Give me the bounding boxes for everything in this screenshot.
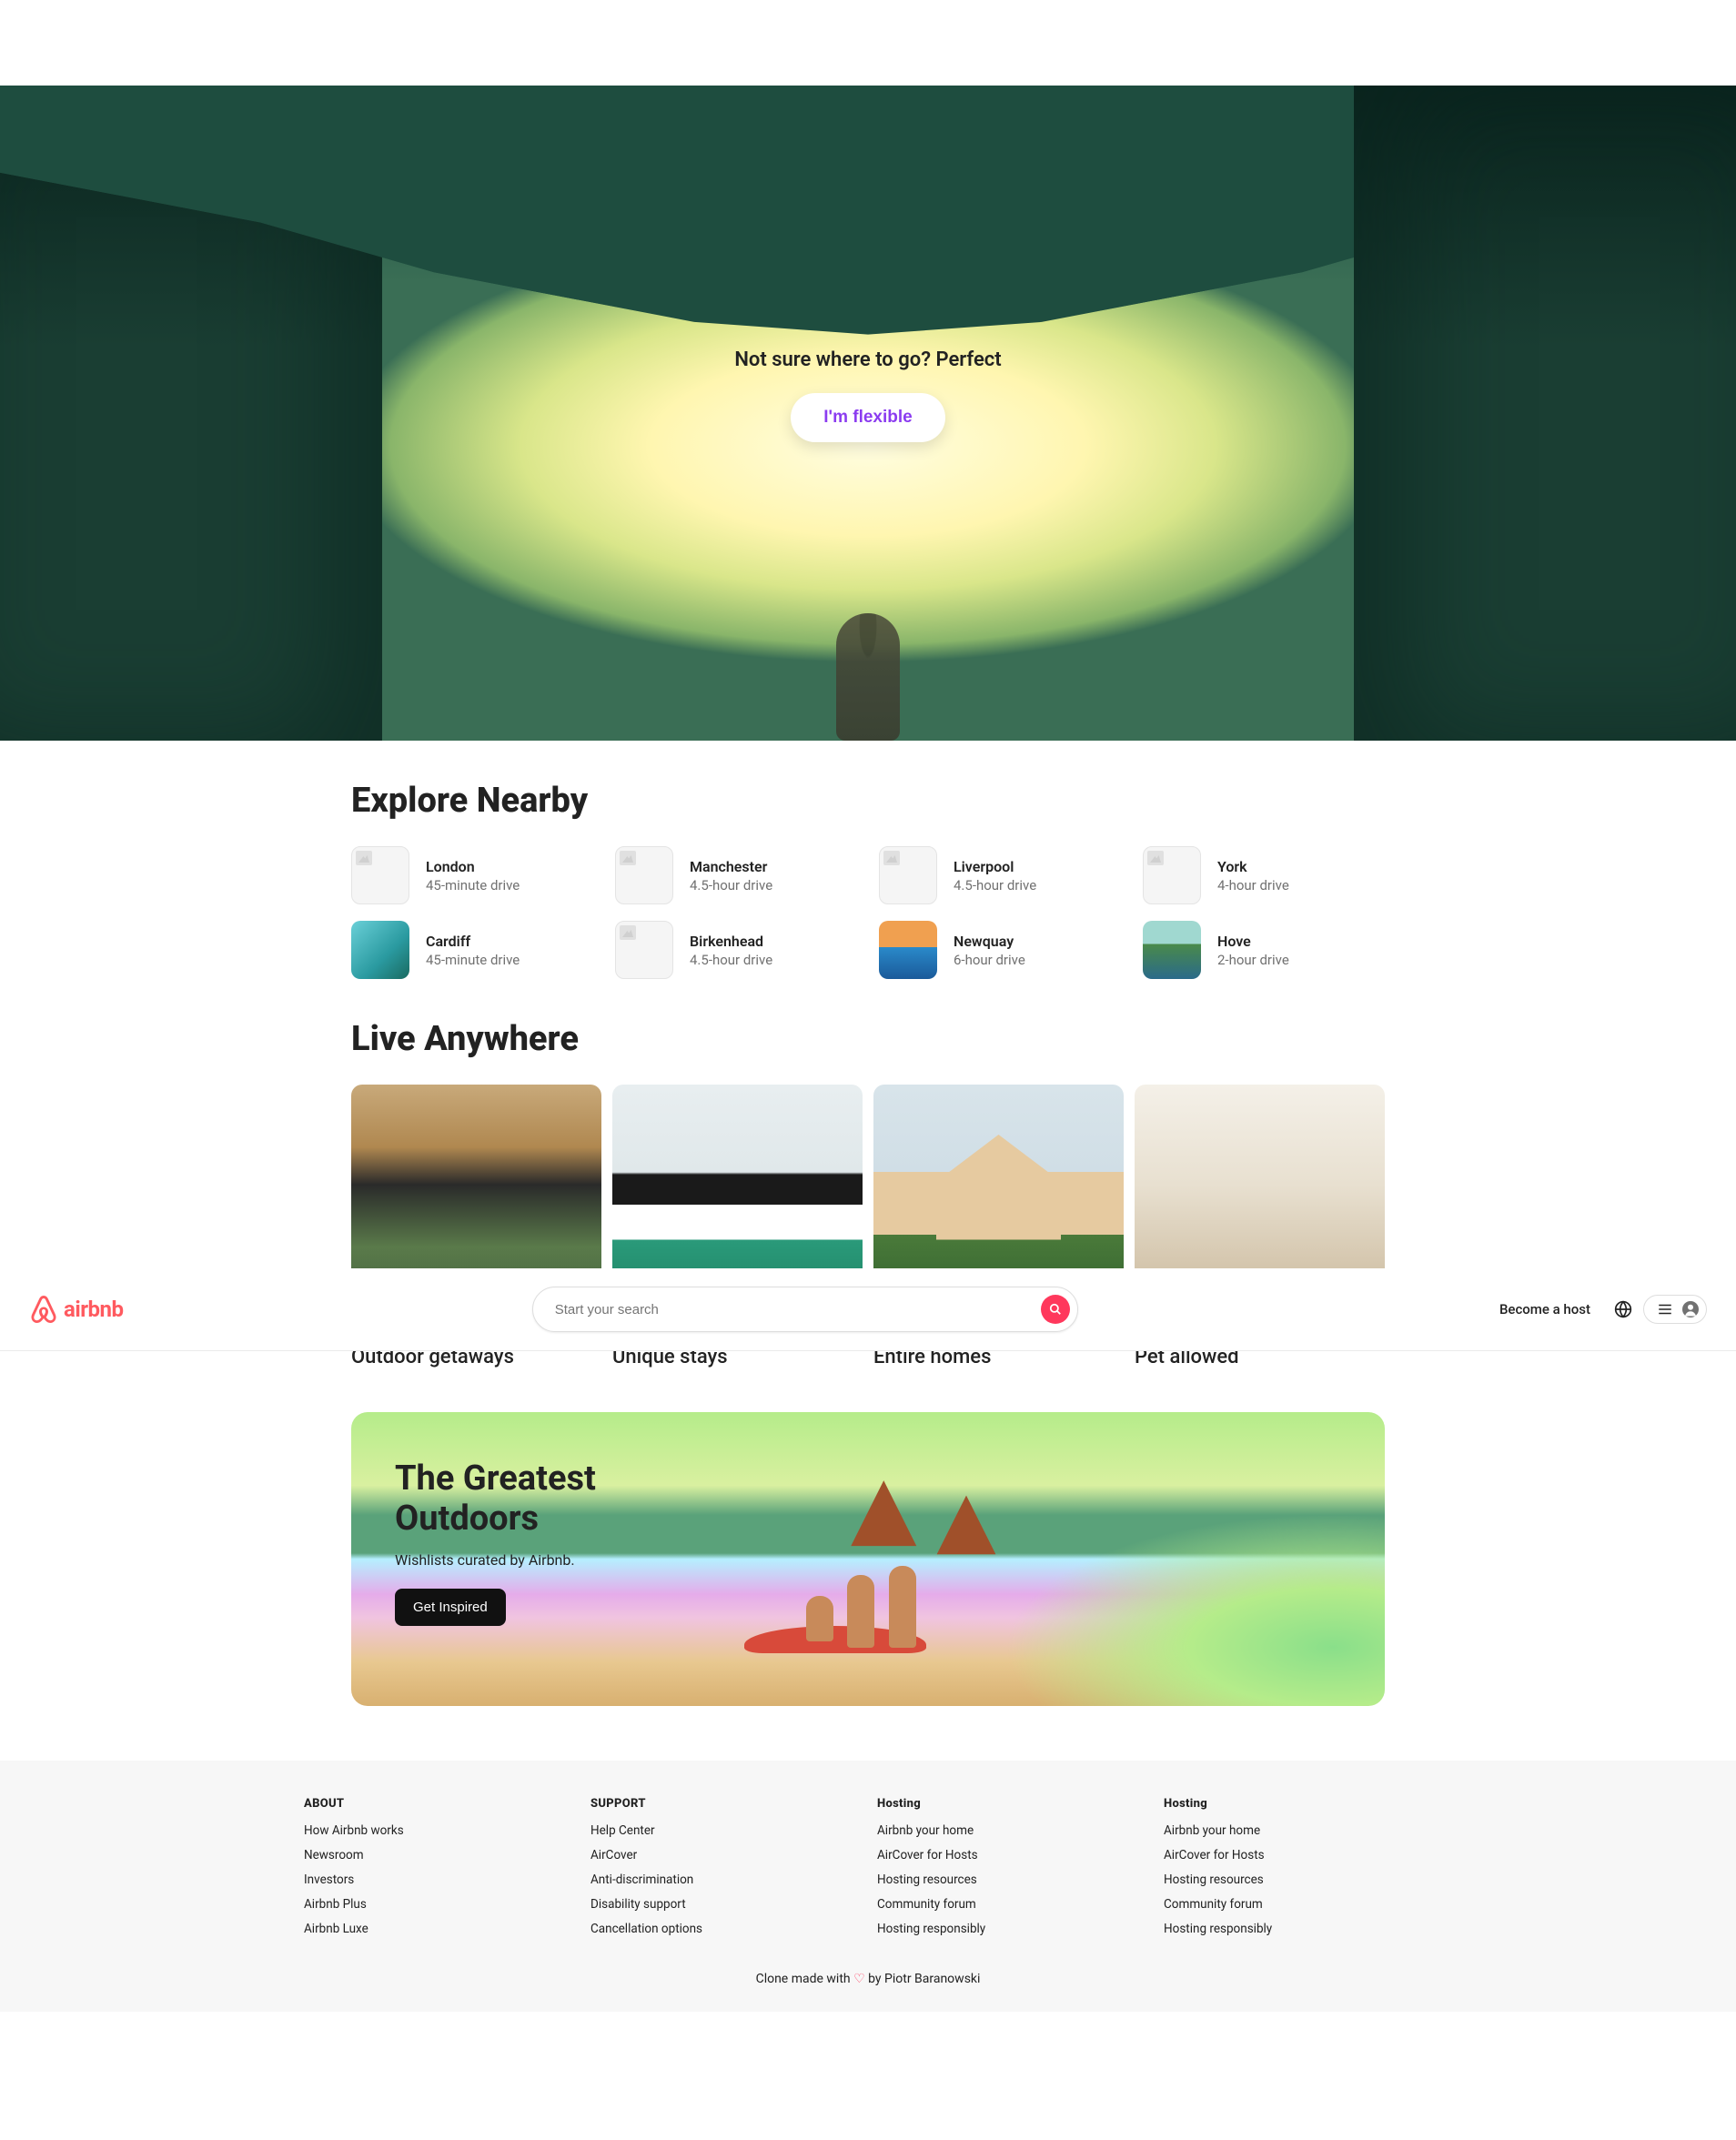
nearby-card-birkenhead[interactable]: Birkenhead 4.5-hour drive (615, 921, 857, 979)
footer-link[interactable]: Cancellation options (590, 1922, 859, 1936)
nearby-thumb (1143, 846, 1201, 904)
nearby-drive-time: 4.5-hour drive (690, 952, 772, 968)
footer-link[interactable]: Investors (304, 1872, 572, 1887)
nearby-card-york[interactable]: York 4-hour drive (1143, 846, 1385, 904)
footer-link[interactable]: Airbnb Plus (304, 1897, 572, 1912)
brand-logo[interactable]: airbnb (29, 1295, 123, 1324)
nearby-name: Newquay (954, 933, 1025, 950)
menu-icon (1657, 1301, 1673, 1317)
search-icon (1049, 1303, 1062, 1316)
footer-column: SUPPORT Help Center AirCover Anti-discrimin… (590, 1797, 859, 1946)
footer-credit: Clone made with ♡ by Piotr Baranowski (0, 1972, 1736, 1986)
get-inspired-button[interactable]: Get Inspired (395, 1589, 506, 1626)
search-input[interactable] (555, 1302, 1041, 1317)
search-bar[interactable] (532, 1287, 1078, 1332)
nearby-drive-time: 4.5-hour drive (690, 877, 772, 893)
credit-post: by Piotr Baranowski (865, 1972, 981, 1986)
nearby-name: Hove (1217, 933, 1289, 950)
footer-link[interactable]: Newsroom (304, 1848, 572, 1862)
footer-link[interactable]: Hosting responsibly (877, 1922, 1146, 1936)
footer-link[interactable]: Airbnb your home (1164, 1823, 1432, 1838)
credit-pre: Clone made with (756, 1972, 854, 1986)
site-header: airbnb Become a host (0, 1268, 1736, 1351)
footer-column: Hosting Airbnb your home AirCover for Host… (1164, 1797, 1432, 1946)
globe-icon[interactable] (1614, 1300, 1632, 1318)
nearby-drive-time: 4-hour drive (1217, 877, 1289, 893)
nearby-card-liverpool[interactable]: Liverpool 4.5-hour drive (879, 846, 1121, 904)
nearby-drive-time: 45-minute drive (426, 952, 520, 968)
footer-link[interactable]: Anti-discrimination (590, 1872, 859, 1887)
hero-section: Not sure where to go? Perfect I'm flexib… (0, 86, 1736, 741)
banner-subtitle: Wishlists curated by Airbnb. (395, 1551, 1341, 1569)
banner-figure-art (847, 1575, 874, 1648)
nearby-thumb (351, 921, 409, 979)
nearby-thumb (351, 846, 409, 904)
nearby-drive-time: 2-hour drive (1217, 952, 1289, 968)
nearby-name: Liverpool (954, 858, 1036, 875)
user-icon (1682, 1301, 1699, 1317)
footer-link[interactable]: Help Center (590, 1823, 859, 1838)
user-menu[interactable] (1643, 1295, 1707, 1324)
footer-column-title: Hosting (877, 1797, 1146, 1811)
flexible-button[interactable]: I'm flexible (791, 393, 944, 442)
footer-link[interactable]: Airbnb your home (877, 1823, 1146, 1838)
footer-link[interactable]: Hosting responsibly (1164, 1922, 1432, 1936)
nearby-thumb (615, 846, 673, 904)
nearby-thumb (879, 921, 937, 979)
footer-link[interactable]: Community forum (877, 1897, 1146, 1912)
hero-silhouette-art (836, 613, 900, 741)
nearby-drive-time: 6-hour drive (954, 952, 1025, 968)
become-host-link[interactable]: Become a host (1487, 1292, 1603, 1327)
banner-figure-art (889, 1566, 916, 1648)
footer-link[interactable]: Disability support (590, 1897, 859, 1912)
nearby-name: Cardiff (426, 933, 520, 950)
explore-nearby-title: Explore Nearby (351, 781, 1385, 821)
nearby-grid: London 45-minute drive Manchester 4.5-hour … (351, 846, 1385, 979)
footer-column-title: ABOUT (304, 1797, 572, 1811)
blank-header-space (0, 0, 1736, 86)
site-footer: ABOUT How Airbnb works Newsroom Investors Ai… (0, 1761, 1736, 2012)
hero-tagline: Not sure where to go? Perfect (734, 348, 1001, 371)
nearby-drive-time: 45-minute drive (426, 877, 520, 893)
footer-link[interactable]: AirCover for Hosts (1164, 1848, 1432, 1862)
heart-icon: ♡ (853, 1972, 865, 1986)
nearby-name: London (426, 858, 520, 875)
banner-hut-art (847, 1477, 920, 1549)
footer-column: ABOUT How Airbnb works Newsroom Investors Ai… (304, 1797, 572, 1946)
banner-title: The Greatest Outdoors (395, 1459, 686, 1539)
footer-link[interactable]: Community forum (1164, 1897, 1432, 1912)
airbnb-icon (29, 1295, 58, 1324)
banner-figure-art (806, 1596, 833, 1641)
nearby-thumb (1143, 921, 1201, 979)
footer-column-title: SUPPORT (590, 1797, 859, 1811)
nearby-card-cardiff[interactable]: Cardiff 45-minute drive (351, 921, 593, 979)
nearby-thumb (879, 846, 937, 904)
nearby-card-manchester[interactable]: Manchester 4.5-hour drive (615, 846, 857, 904)
brand-name: airbnb (64, 1297, 123, 1322)
outdoors-banner: The Greatest Outdoors Wishlists curated … (351, 1412, 1385, 1706)
banner-hut-art (934, 1492, 999, 1558)
nearby-card-london[interactable]: London 45-minute drive (351, 846, 593, 904)
nearby-card-newquay[interactable]: Newquay 6-hour drive (879, 921, 1121, 979)
nearby-drive-time: 4.5-hour drive (954, 877, 1036, 893)
footer-link[interactable]: Hosting resources (877, 1872, 1146, 1887)
footer-link[interactable]: How Airbnb works (304, 1823, 572, 1838)
footer-link[interactable]: AirCover (590, 1848, 859, 1862)
nearby-name: Birkenhead (690, 933, 772, 950)
hero-canopy-art (0, 86, 1736, 335)
footer-column: Hosting Airbnb your home AirCover for Host… (877, 1797, 1146, 1946)
footer-link[interactable]: Hosting resources (1164, 1872, 1432, 1887)
nearby-card-hove[interactable]: Hove 2-hour drive (1143, 921, 1385, 979)
live-anywhere-title: Live Anywhere (351, 1019, 1385, 1059)
search-button[interactable] (1041, 1295, 1070, 1324)
footer-link[interactable]: Airbnb Luxe (304, 1922, 572, 1936)
footer-column-title: Hosting (1164, 1797, 1432, 1811)
nearby-name: Manchester (690, 858, 772, 875)
nearby-name: York (1217, 858, 1289, 875)
footer-link[interactable]: AirCover for Hosts (877, 1848, 1146, 1862)
nearby-thumb (615, 921, 673, 979)
